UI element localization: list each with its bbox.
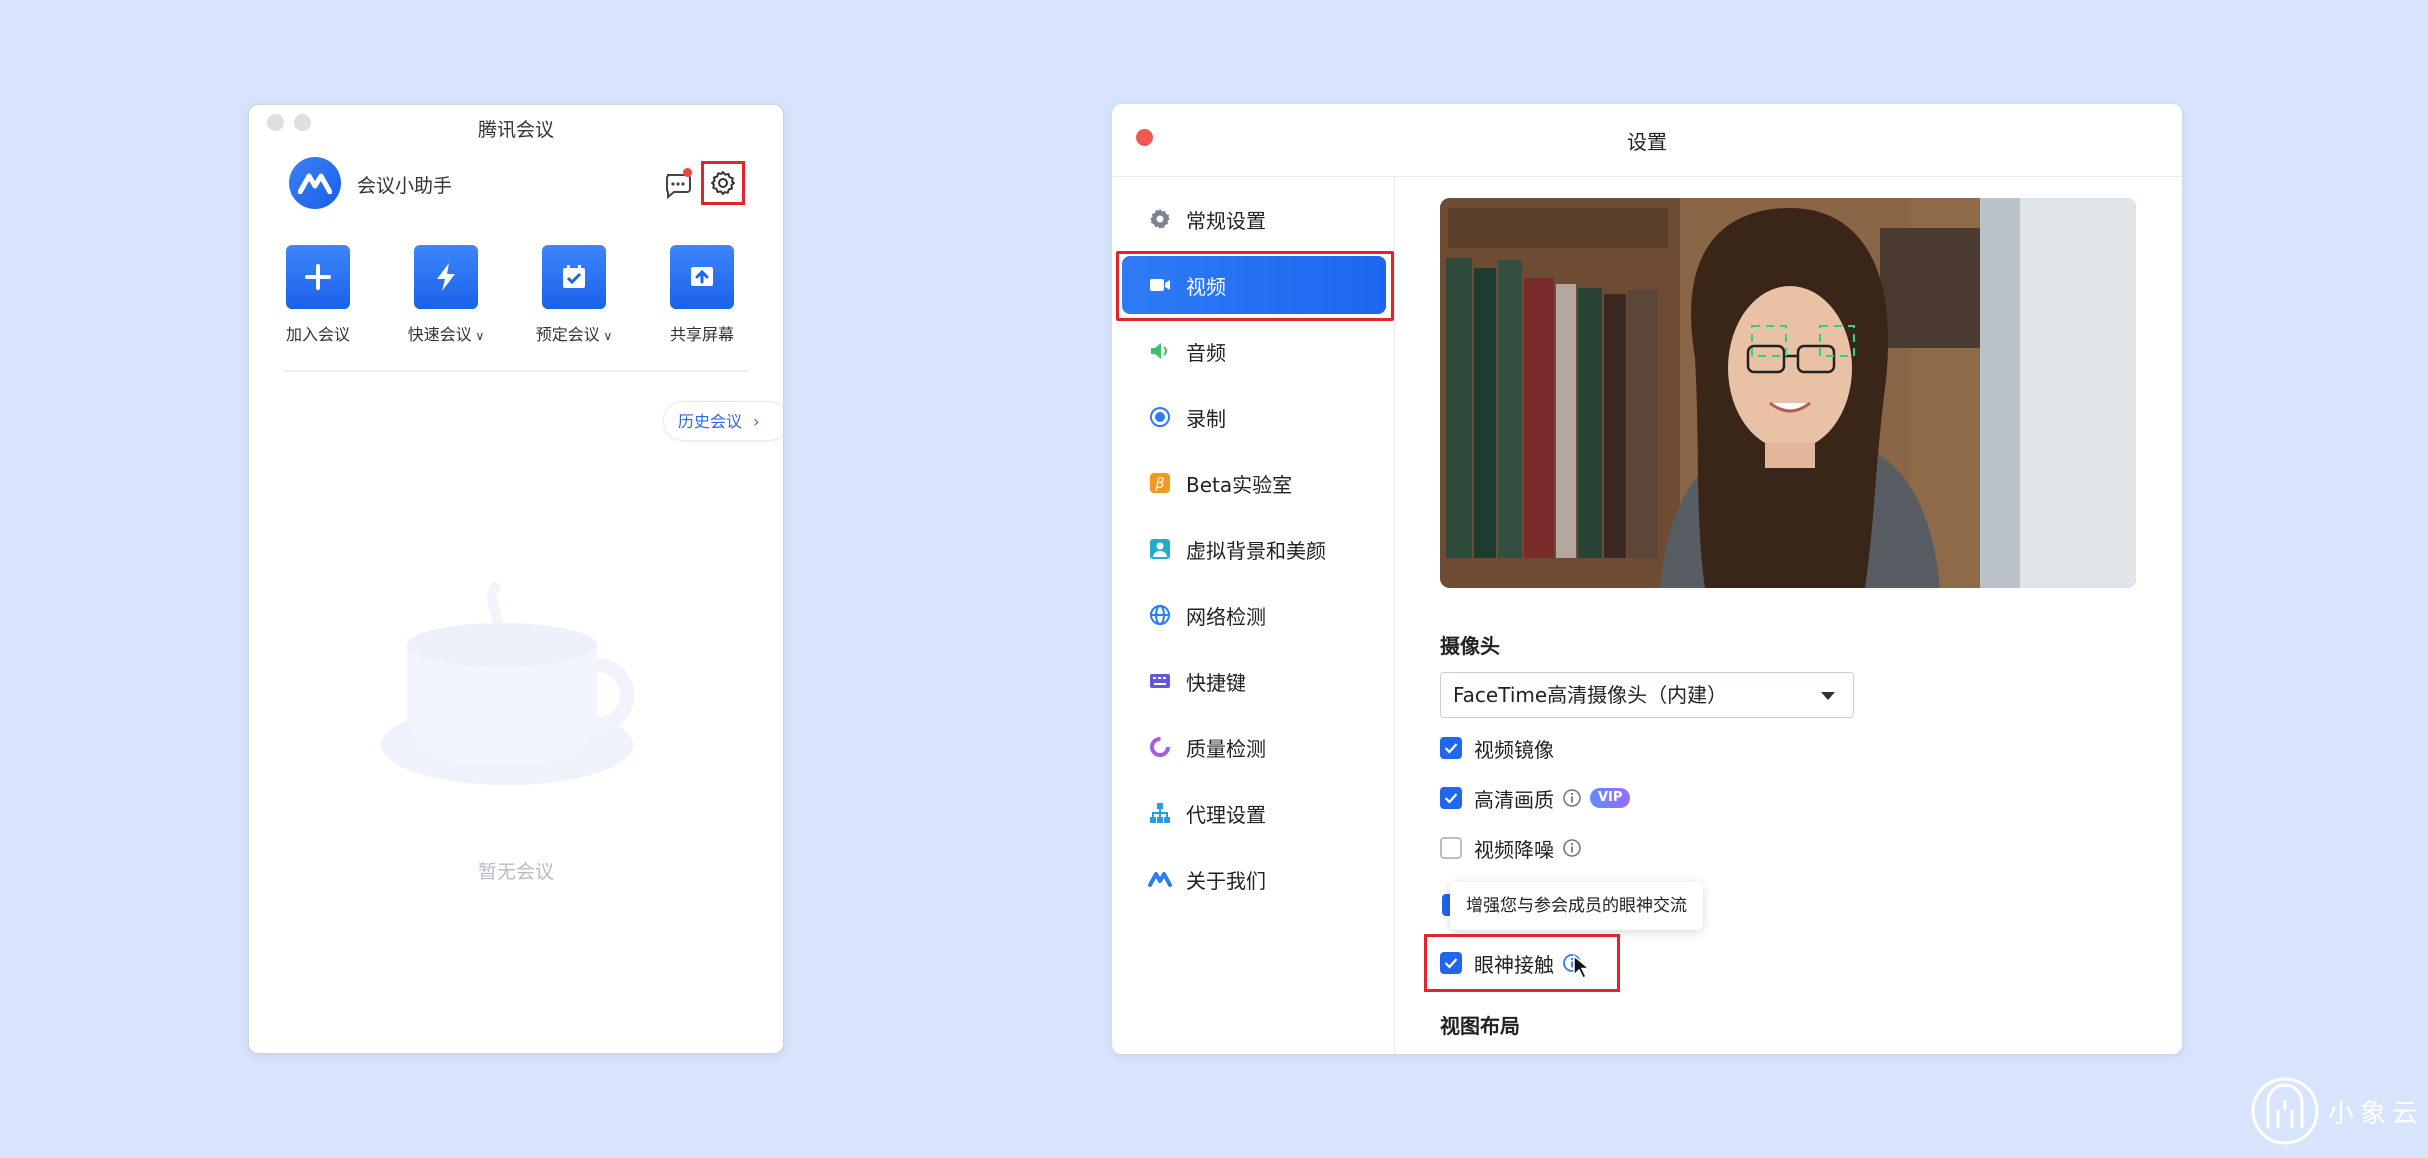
camera-select-value: FaceTime高清摄像头（内建）	[1453, 683, 1728, 707]
quick-meeting-label: 快速会议	[407, 325, 472, 344]
camera-preview-image	[1440, 198, 2136, 588]
tencent-meeting-main-window: 腾讯会议 会议小助手 加入会议 快速会议 ∨ 预定会议 ∨ 共享屏幕 历史会议 …	[248, 104, 784, 1054]
nav-recording[interactable]: 录制	[1122, 388, 1386, 446]
nav-beta-lab[interactable]: β Beta实验室	[1122, 454, 1386, 512]
divider	[1112, 176, 2182, 177]
nav-label: 快捷键	[1186, 670, 1246, 695]
schedule-meeting-button[interactable]: 预定会议 ∨	[529, 245, 619, 345]
share-screen-label: 共享屏幕	[669, 325, 734, 344]
checkmark-icon	[1444, 743, 1458, 754]
settings-button[interactable]	[701, 161, 745, 205]
camera-select[interactable]: FaceTime高清摄像头（内建）	[1440, 672, 1854, 718]
nav-label: 质量检测	[1186, 736, 1266, 761]
info-icon[interactable]	[1562, 788, 1582, 808]
highlight-box	[1424, 934, 1620, 992]
share-screen-button[interactable]: 共享屏幕	[657, 245, 747, 345]
nav-audio[interactable]: 音频	[1122, 322, 1386, 380]
about-logo-icon	[1148, 872, 1172, 887]
sidebar-divider	[1394, 177, 1395, 1054]
vip-badge: VIP	[1590, 788, 1631, 808]
nav-label: 常规设置	[1186, 208, 1266, 233]
lightning-icon	[437, 263, 455, 291]
svg-text:β: β	[1155, 476, 1165, 492]
checkmark-icon	[1444, 793, 1458, 804]
checkbox-unchecked[interactable]	[1440, 837, 1462, 859]
view-layout-section-title: 视图布局	[1440, 1014, 1520, 1038]
nav-label: 网络检测	[1186, 604, 1266, 629]
gear-icon	[1150, 209, 1170, 229]
brand-name: 小象云	[2328, 1098, 2425, 1129]
option-label: 视频降噪	[1474, 837, 1554, 862]
brand-watermark: 小象云	[2250, 1076, 2424, 1146]
history-meetings-button[interactable]: 历史会议 ›	[663, 401, 783, 441]
join-meeting-button[interactable]: 加入会议	[273, 245, 363, 345]
quality-icon	[1150, 737, 1170, 757]
option-label: 高清画质	[1474, 787, 1554, 812]
settings-window: 设置 常规设置 视频 音频 录制 β Beta实验室 虚拟背景和美颜 网络检测 …	[1112, 104, 2182, 1054]
nav-label: Beta实验室	[1186, 472, 1293, 497]
proxy-icon	[1150, 803, 1170, 823]
checkbox-checked[interactable]	[1440, 787, 1462, 809]
quick-meeting-button[interactable]: 快速会议 ∨	[401, 245, 491, 345]
beta-icon: β	[1150, 473, 1170, 493]
option-video-mirror[interactable]: 视频镜像	[1440, 734, 1554, 762]
schedule-meeting-label: 预定会议	[535, 325, 600, 344]
brand-logo-icon	[2251, 1077, 2319, 1145]
camera-preview	[1440, 198, 2136, 588]
nav-quality-check[interactable]: 质量检测	[1122, 718, 1386, 776]
checkbox-checked[interactable]	[1440, 737, 1462, 759]
window-title: 设置	[1627, 130, 1667, 154]
mouse-cursor-icon	[1573, 954, 1590, 980]
nav-label: 代理设置	[1186, 802, 1266, 827]
gear-icon	[711, 171, 735, 195]
nav-virtual-background[interactable]: 虚拟背景和美颜	[1122, 520, 1386, 578]
app-logo-icon	[289, 157, 341, 209]
caret-down-icon	[1821, 692, 1835, 700]
chevron-down-icon: ∨	[599, 329, 613, 343]
speaker-icon	[1151, 343, 1167, 359]
calendar-check-icon	[563, 265, 585, 288]
option-video-denoise[interactable]: 视频降噪	[1440, 834, 1582, 862]
chevron-right-icon: ›	[753, 412, 760, 431]
globe-icon	[1150, 605, 1170, 625]
portrait-icon	[1150, 539, 1170, 559]
nav-label: 音频	[1186, 340, 1226, 365]
history-meetings-label: 历史会议	[678, 412, 743, 431]
window-title: 腾讯会议	[477, 119, 554, 141]
camera-section-title: 摄像头	[1440, 634, 1500, 658]
nav-shortcuts[interactable]: 快捷键	[1122, 652, 1386, 710]
nav-general[interactable]: 常规设置	[1122, 190, 1386, 248]
join-meeting-label: 加入会议	[285, 325, 350, 344]
info-icon[interactable]	[1562, 838, 1582, 858]
nav-about[interactable]: 关于我们	[1122, 850, 1386, 908]
record-icon	[1150, 407, 1170, 427]
divider	[283, 370, 749, 372]
assistant-name[interactable]: 会议小助手	[357, 171, 452, 198]
keyboard-icon	[1150, 674, 1170, 688]
notification-dot	[683, 168, 692, 177]
plus-icon	[305, 264, 331, 290]
chevron-down-icon: ∨	[471, 329, 485, 343]
nav-label: 录制	[1186, 406, 1226, 431]
option-hd-quality[interactable]: 高清画质 VIP	[1440, 784, 1631, 812]
empty-state-cup-illustration	[381, 582, 634, 785]
nav-label: 关于我们	[1186, 868, 1266, 893]
eye-contact-tooltip: 增强您与参会成员的眼神交流	[1450, 882, 1703, 930]
nav-network-check[interactable]: 网络检测	[1122, 586, 1386, 644]
option-label: 视频镜像	[1474, 737, 1554, 762]
share-screen-icon	[691, 267, 713, 286]
hidden-checkbox-edge	[1442, 894, 1450, 916]
empty-state-text: 暂无会议	[477, 861, 554, 883]
highlight-box	[1116, 251, 1394, 321]
nav-proxy-settings[interactable]: 代理设置	[1122, 784, 1386, 842]
nav-label: 虚拟背景和美颜	[1186, 538, 1326, 563]
